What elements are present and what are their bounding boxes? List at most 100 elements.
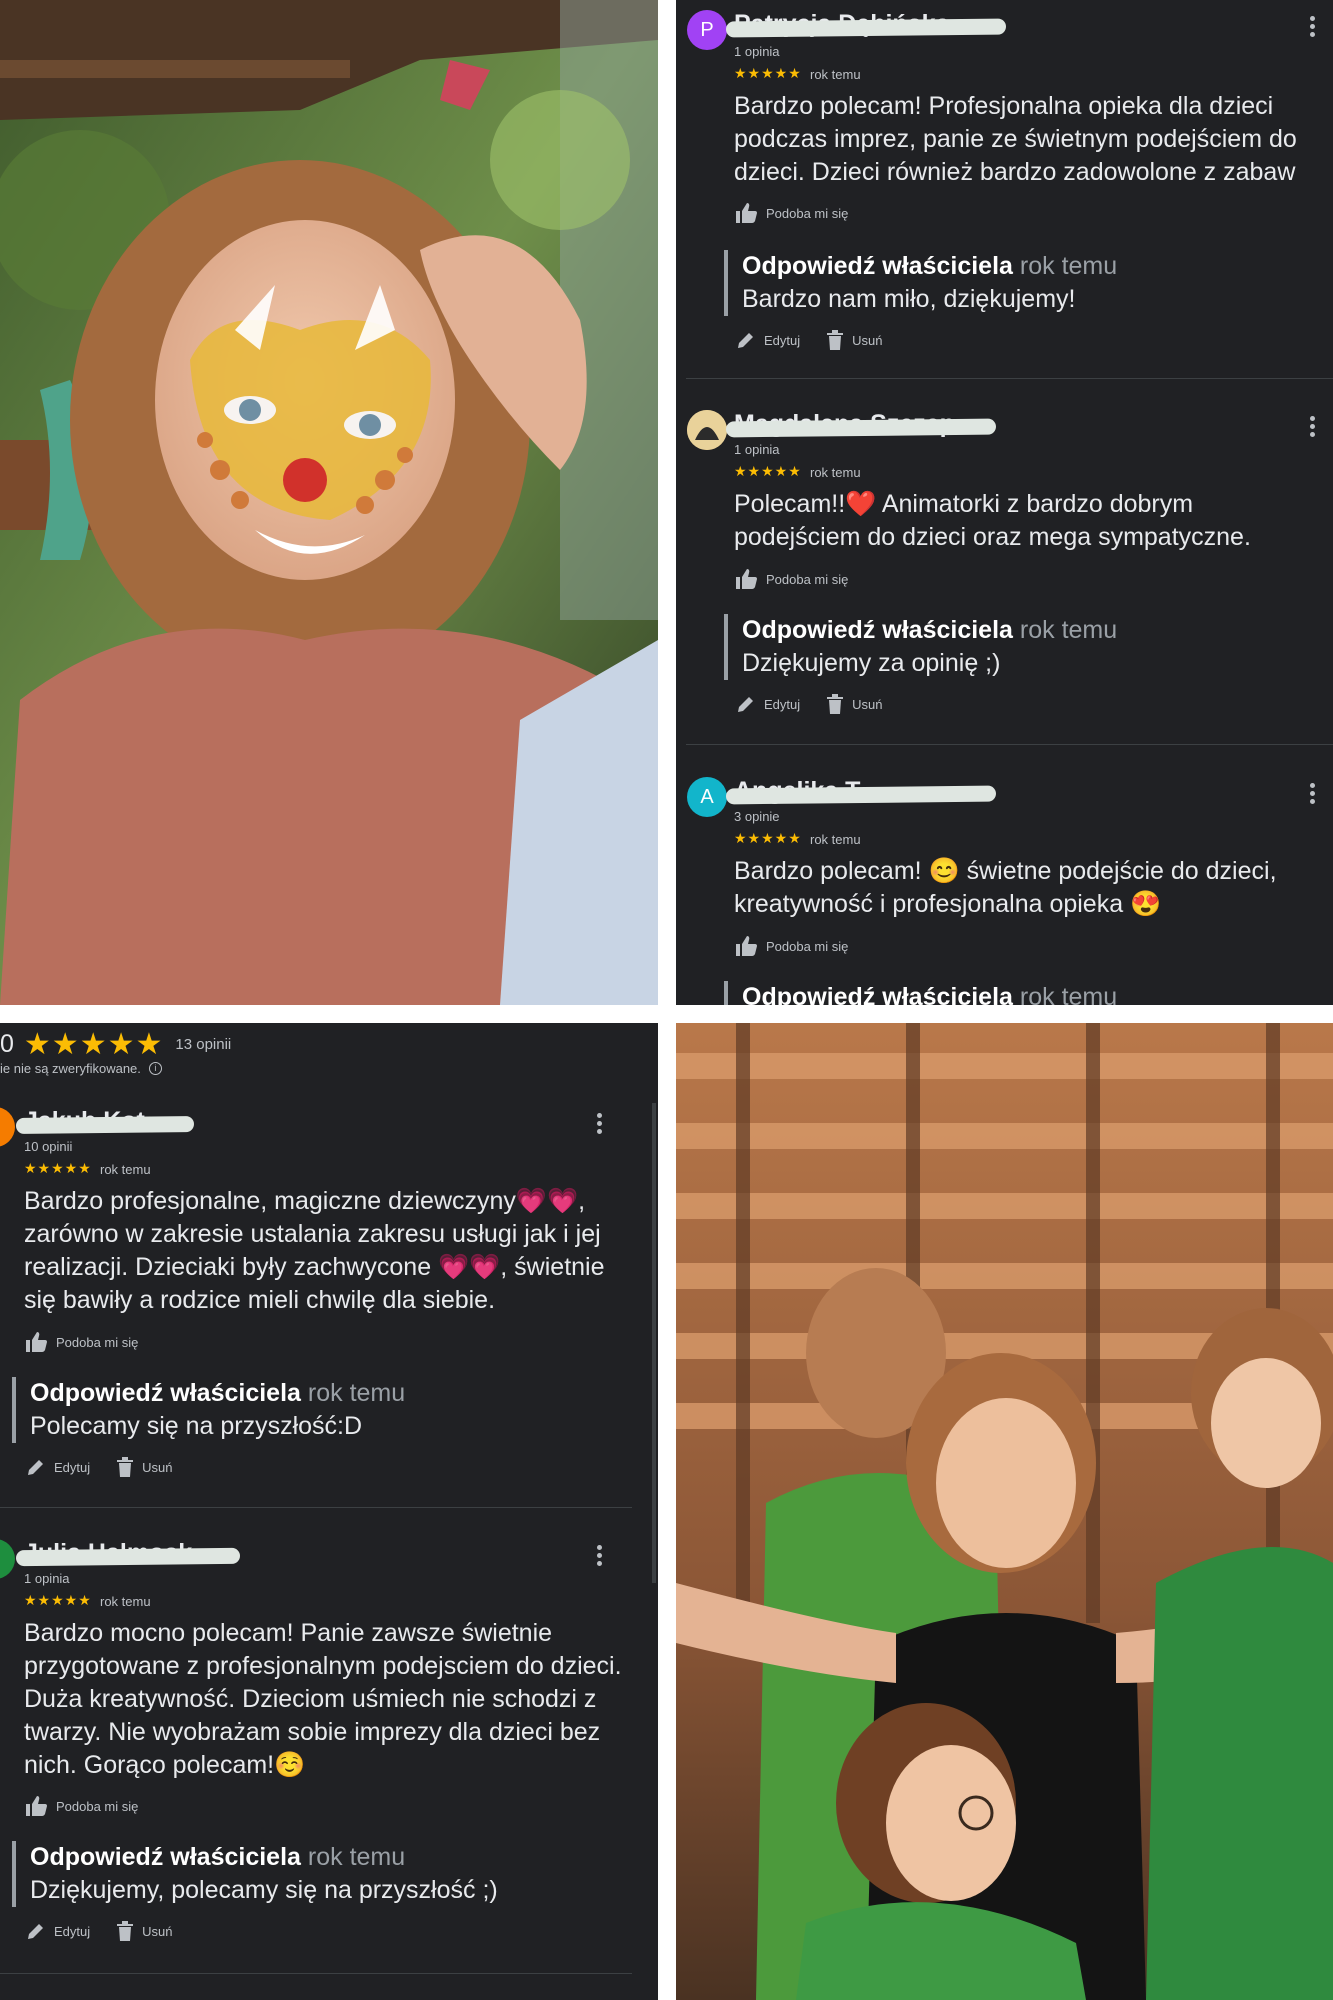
rating-summary: 0 ★★★★★ 13 opinii	[0, 1027, 231, 1062]
owner-reply: Odpowiedź właściciela rok temu Polecamy …	[12, 1377, 630, 1443]
like-label: Podoba mi się	[56, 1798, 139, 1814]
edit-label: Edytuj	[764, 696, 801, 712]
delete-label: Usuń	[142, 1459, 173, 1475]
review-time: rok temu	[100, 1162, 151, 1177]
more-options-icon[interactable]	[1310, 416, 1316, 440]
reply-label: Odpowiedź właściciela	[742, 983, 1013, 1005]
redaction-mark	[15, 1547, 241, 1567]
review-count: 10 opinii	[24, 1139, 73, 1154]
reply-text: Polecamy się na przyszłość:D	[30, 1412, 363, 1440]
edit-button[interactable]: Edytuj	[736, 694, 800, 714]
review-count: 1 opinia	[24, 1571, 70, 1586]
reply-actions: Edytuj Usuń	[26, 1457, 199, 1477]
like-button[interactable]: Podoba mi się	[24, 1795, 138, 1817]
review-count: 3 opinie	[734, 809, 780, 824]
owner-reply: Odpowiedź właściciela rok temu Dziękujem…	[724, 614, 1322, 680]
edit-button[interactable]: Edytuj	[26, 1921, 90, 1941]
reply-header: Odpowiedź właściciela rok temu	[30, 1841, 630, 1874]
verification-note: ie nie są zweryfikowane. i	[0, 1061, 162, 1076]
like-label: Podoba mi się	[766, 938, 849, 954]
like-button[interactable]: Podoba mi się	[24, 1331, 138, 1353]
reply-time: rok temu	[1019, 252, 1118, 280]
reply-text: Bardzo nam miło, dziękujemy!	[742, 285, 1076, 313]
info-icon[interactable]: i	[148, 1062, 162, 1075]
reply-header: Odpowiedź właściciela rok temu	[30, 1377, 630, 1410]
summary-stars: ★★★★★	[23, 1028, 164, 1061]
delete-button[interactable]: Usuń	[826, 694, 883, 714]
photo-children-dancing	[676, 1023, 1333, 2000]
delete-button[interactable]: Usuń	[826, 330, 883, 350]
more-options-icon[interactable]	[1310, 783, 1316, 807]
review-count: 1 opinia	[734, 442, 780, 457]
like-label: Podoba mi się	[766, 205, 849, 221]
divider	[686, 378, 1333, 379]
thumbs-up-icon	[736, 203, 757, 223]
moon-avatar-icon	[687, 410, 727, 450]
edit-button[interactable]: Edytuj	[736, 330, 800, 350]
reply-label: Odpowiedź właściciela	[742, 616, 1013, 644]
reply-label: Odpowiedź właściciela	[30, 1843, 301, 1871]
more-options-icon[interactable]	[597, 1545, 603, 1569]
divider	[686, 744, 1333, 745]
avatar[interactable]: A	[687, 777, 727, 817]
review-count: 1 opinia	[734, 44, 780, 59]
reply-header: Odpowiedź właściciela rok temu	[742, 981, 1322, 1005]
delete-button[interactable]: Usuń	[116, 1921, 173, 1941]
divider	[0, 1973, 632, 1974]
reply-label: Odpowiedź właściciela	[30, 1379, 301, 1407]
reply-header: Odpowiedź właściciela rok temu	[742, 250, 1322, 283]
delete-button[interactable]: Usuń	[116, 1457, 173, 1477]
avatar[interactable]	[687, 410, 727, 450]
reviews-panel-bottom-left: 0 ★★★★★ 13 opinii ie nie są zweryfikowan…	[0, 1023, 658, 2000]
more-options-icon[interactable]	[597, 1113, 603, 1137]
like-button[interactable]: Podoba mi się	[734, 202, 848, 224]
review-time: rok temu	[810, 465, 861, 480]
pencil-icon	[738, 697, 753, 712]
more-options-icon[interactable]	[1310, 16, 1316, 40]
edit-button[interactable]: Edytuj	[26, 1457, 90, 1477]
avatar[interactable]	[0, 1107, 15, 1147]
reply-text: Dziękujemy za opinię ;)	[742, 649, 1001, 677]
star-rating: ★★★★★	[24, 1160, 92, 1176]
scrollbar[interactable]	[652, 1103, 656, 1583]
review-text: Bardzo polecam! 😊 świetne podejście do d…	[734, 857, 1277, 918]
review-text: Bardzo mocno polecam! Panie zawsze świet…	[24, 1619, 622, 1779]
reply-time: rok temu	[307, 1843, 406, 1871]
reply-label: Odpowiedź właściciela	[742, 252, 1013, 280]
avatar[interactable]: P	[687, 10, 727, 50]
delete-label: Usuń	[142, 1923, 173, 1939]
edit-label: Edytuj	[54, 1459, 91, 1475]
owner-reply: Odpowiedź właściciela rok temu	[724, 981, 1322, 1005]
review-time: rok temu	[810, 832, 861, 847]
reply-time: rok temu	[1019, 616, 1118, 644]
reviews-panel-top-right: P Patrycja Dębińska 1 opinia ★★★★★ rok t…	[676, 0, 1333, 1005]
reply-time: rok temu	[1019, 983, 1118, 1005]
like-button[interactable]: Podoba mi się	[734, 935, 848, 957]
review-time: rok temu	[100, 1594, 151, 1609]
reply-actions: Edytuj Usuń	[736, 330, 909, 350]
trash-icon	[117, 1457, 134, 1477]
edit-label: Edytuj	[54, 1923, 91, 1939]
pencil-icon	[738, 333, 753, 348]
redaction-mark	[725, 18, 1007, 38]
avatar[interactable]	[0, 1539, 15, 1579]
review-total[interactable]: 13 opinii	[175, 1036, 231, 1053]
pencil-icon	[28, 1924, 43, 1939]
like-button[interactable]: Podoba mi się	[734, 568, 848, 590]
owner-reply: Odpowiedź właściciela rok temu Dziękujem…	[12, 1841, 630, 1907]
pencil-icon	[28, 1460, 43, 1475]
verification-text: ie nie są zweryfikowane.	[0, 1061, 141, 1076]
thumbs-up-icon	[26, 1796, 47, 1816]
like-label: Podoba mi się	[766, 571, 849, 587]
photo-face-paint	[0, 0, 658, 1005]
thumbs-up-icon	[736, 936, 757, 956]
redaction-mark	[15, 1116, 195, 1134]
trash-icon	[827, 694, 844, 714]
star-rating: ★★★★★	[24, 1592, 92, 1608]
reply-actions: Edytuj Usuń	[736, 694, 909, 714]
trash-icon	[117, 1921, 134, 1941]
star-rating: ★★★★★	[734, 65, 802, 81]
delete-label: Usuń	[852, 696, 883, 712]
star-rating: ★★★★★	[734, 830, 802, 846]
reply-text: Dziękujemy, polecamy się na przyszłość ;…	[30, 1876, 498, 1904]
